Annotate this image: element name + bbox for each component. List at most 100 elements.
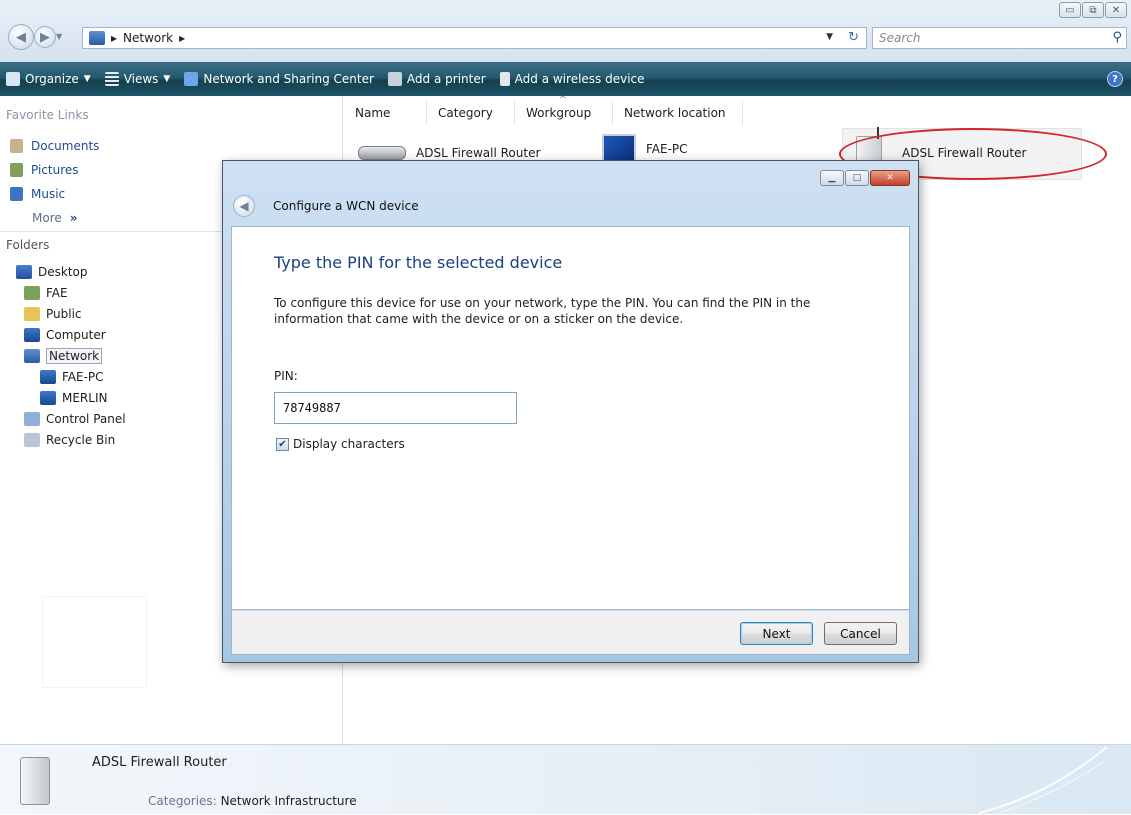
network-sharing-center-button[interactable]: Network and Sharing Center — [184, 72, 374, 86]
favorite-pictures[interactable]: Pictures — [10, 158, 99, 182]
tree-item-desktop[interactable]: Desktop — [16, 261, 126, 282]
wizard-back-button[interactable]: ◀ — [233, 195, 255, 217]
favorite-label: Documents — [31, 139, 100, 153]
add-printer-button[interactable]: Add a printer — [387, 72, 486, 86]
double-chevron-icon: » — [69, 211, 78, 225]
cancel-button[interactable]: Cancel — [824, 622, 897, 645]
computer-icon — [40, 369, 56, 384]
music-icon — [10, 187, 23, 201]
tree-item-merlin[interactable]: MERLIN — [16, 387, 126, 408]
network-sharing-label: Network and Sharing Center — [203, 72, 374, 86]
window-caption-buttons: ▭ ⧉ ✕ — [1059, 2, 1127, 18]
minimize-button[interactable]: ▭ — [1059, 2, 1081, 18]
dialog-close-button[interactable]: ✕ — [870, 170, 910, 186]
column-name[interactable]: Name — [344, 101, 427, 125]
tree-label: FAE-PC — [62, 369, 104, 384]
favorite-label: Pictures — [31, 163, 79, 177]
favorite-links-list: Documents Pictures Music More » — [10, 134, 99, 230]
tree-label: Network — [46, 347, 103, 364]
help-icon[interactable]: ? — [1107, 71, 1123, 87]
dialog-title: Configure a WCN device — [273, 199, 419, 213]
column-header: Name Category Workgroup Network location — [344, 95, 743, 125]
tree-item-control-panel[interactable]: Control Panel — [16, 408, 126, 429]
network-sharing-icon — [184, 72, 199, 86]
display-characters-option[interactable]: ✔ Display characters — [276, 437, 405, 451]
command-bar: Organize ▼ Views ▼ Network and Sharing C… — [0, 62, 1131, 96]
tree-label: Desktop — [38, 264, 88, 279]
control-panel-icon — [24, 411, 40, 426]
chevron-down-icon: ▼ — [163, 74, 171, 84]
add-wireless-label: Add a wireless device — [514, 72, 645, 86]
column-workgroup[interactable]: Workgroup — [515, 95, 613, 125]
configure-wcn-dialog: ▁ □ ✕ ◀ Configure a WCN device Type the … — [222, 160, 919, 663]
display-characters-checkbox[interactable]: ✔ — [276, 437, 289, 451]
restore-button[interactable]: ⧉ — [1082, 2, 1104, 18]
column-category[interactable]: Category — [427, 101, 515, 125]
more-links[interactable]: More » — [10, 206, 99, 230]
device-label: ADSL Firewall Router — [416, 146, 541, 160]
next-button[interactable]: Next — [740, 622, 813, 645]
breadcrumb-separator-icon: ▸ — [111, 31, 118, 45]
favorite-documents[interactable]: Documents — [10, 134, 99, 158]
favorite-label: Music — [31, 187, 66, 201]
refresh-icon[interactable]: ↻ — [848, 30, 859, 45]
details-categories: Categories: Network Infrastructure — [148, 794, 357, 808]
more-label: More — [32, 211, 62, 225]
add-wireless-device-button[interactable]: Add a wireless device — [499, 72, 645, 86]
organize-icon — [6, 72, 20, 86]
pin-input[interactable] — [274, 392, 517, 424]
router-icon — [358, 146, 406, 160]
details-pane: ADSL Firewall Router Categories: Network… — [0, 744, 1131, 814]
back-button[interactable]: ◀ — [8, 24, 34, 50]
computer-icon — [40, 390, 56, 405]
network-icon — [89, 31, 105, 45]
folders-heading[interactable]: Folders — [6, 238, 49, 252]
documents-icon — [10, 139, 23, 153]
decorative-swoosh — [978, 746, 1108, 814]
add-printer-label: Add a printer — [406, 72, 486, 86]
computer-icon — [24, 327, 40, 342]
favorite-music[interactable]: Music — [10, 182, 99, 206]
views-label: Views — [123, 72, 159, 86]
recent-pages-dropdown[interactable]: ▼ — [56, 32, 62, 41]
folder-tree: Desktop FAE Public Computer Network FAE-… — [16, 261, 126, 450]
network-icon — [24, 348, 40, 363]
device-item-router[interactable]: ADSL Firewall Router — [358, 146, 540, 160]
search-input[interactable]: Search ⚲ — [872, 27, 1127, 49]
column-network-location[interactable]: Network location — [613, 101, 743, 125]
tree-item-public[interactable]: Public — [16, 303, 126, 324]
tree-label: MERLIN — [62, 390, 108, 405]
breadcrumb-network[interactable]: Network — [123, 31, 173, 45]
tree-item-fae-pc[interactable]: FAE-PC — [16, 366, 126, 387]
tree-item-fae[interactable]: FAE — [16, 282, 126, 303]
breadcrumb-separator-icon: ▸ — [179, 31, 186, 45]
close-button[interactable]: ✕ — [1105, 2, 1127, 18]
tree-item-recycle-bin[interactable]: Recycle Bin — [16, 429, 126, 450]
dialog-description: To configure this device for use on your… — [274, 296, 811, 326]
dialog-minimize-button[interactable]: ▁ — [820, 170, 844, 186]
tree-item-network[interactable]: Network — [16, 345, 126, 366]
dialog-maximize-button[interactable]: □ — [845, 170, 869, 186]
favorite-links-heading: Favorite Links — [6, 108, 89, 122]
desktop-icon — [16, 264, 32, 279]
organize-menu[interactable]: Organize ▼ — [6, 72, 91, 86]
folder-icon — [24, 306, 40, 321]
pictures-icon — [10, 163, 23, 177]
search-icon[interactable]: ⚲ — [1112, 30, 1122, 45]
organize-label: Organize — [25, 72, 79, 86]
tree-label: Control Panel — [46, 411, 126, 426]
tree-item-computer[interactable]: Computer — [16, 324, 126, 345]
details-device-name: ADSL Firewall Router — [92, 755, 227, 770]
address-dropdown-icon[interactable]: ▼ — [826, 32, 833, 42]
address-bar[interactable]: ▸ Network ▸ ▼ ↻ — [82, 27, 867, 49]
router-tower-icon — [20, 757, 50, 805]
user-folder-icon — [24, 285, 40, 300]
device-label: FAE-PC — [646, 142, 688, 156]
views-menu[interactable]: Views ▼ — [104, 72, 171, 86]
forward-button[interactable]: ▶ — [34, 26, 56, 48]
recycle-bin-icon — [24, 432, 40, 447]
tree-label: Computer — [46, 327, 106, 342]
chevron-down-icon: ▼ — [83, 74, 91, 84]
tree-label: Recycle Bin — [46, 432, 116, 447]
tree-label: Public — [46, 306, 82, 321]
